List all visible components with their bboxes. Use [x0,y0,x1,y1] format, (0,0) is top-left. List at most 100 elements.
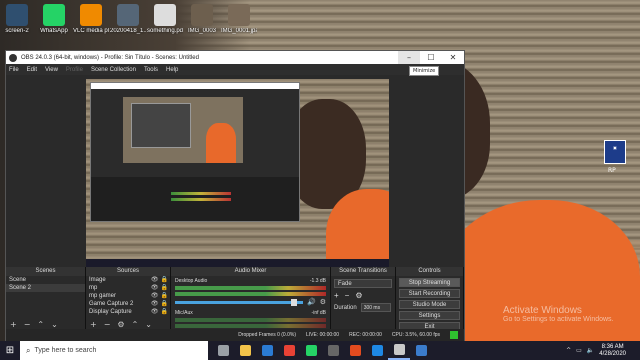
eye-icon[interactable]: 👁 [151,300,159,308]
studio-mode-button[interactable]: Studio Mode [399,300,460,309]
mixer-header: Audio Mixer [171,267,330,276]
move-down-icon[interactable]: ⌄ [145,320,152,329]
scene-item[interactable]: Scene [6,276,85,284]
desktop-icon[interactable]: something.pdf [147,0,183,50]
taskbar-app-edge[interactable] [366,341,388,360]
preview-nested-obs-window [90,82,300,222]
desktop-icon-label: something.pdf [147,28,183,34]
duration-label: Duration [334,304,357,311]
lock-icon[interactable]: 🔒 [161,276,168,284]
menu-scene-collection[interactable]: Scene Collection [91,67,136,73]
lock-icon[interactable]: 🔒 [161,300,168,308]
scenes-dock: Scenes Scene Scene 2 + − ⌃ ⌄ [6,267,86,329]
add-icon[interactable]: + [10,320,17,329]
source-item[interactable]: Display Capture 👁 🔒 [86,308,170,316]
duration-input[interactable]: 300 ms [360,303,391,312]
menu-tools[interactable]: Tools [144,67,158,73]
taskbar-app-store[interactable] [256,341,278,360]
taskbar: ⊞ ⌕ Type here to search ^ ▭ 🔈 8:36 AM 4/… [0,341,640,360]
menu-edit[interactable]: Edit [27,67,37,73]
remove-icon[interactable]: − [104,320,111,329]
start-recording-button[interactable]: Start Recording [399,289,460,298]
adobe-icon [349,345,361,356]
transition-select[interactable]: Fade [334,279,392,288]
menu-file[interactable]: File [9,67,19,73]
start-button[interactable]: ⊞ [0,341,20,360]
settings-button[interactable]: Settings [399,311,460,320]
lock-icon[interactable]: 🔒 [161,284,168,292]
scene-item[interactable]: Scene 2 [6,284,85,292]
close-button[interactable]: ✕ [442,51,464,64]
lock-icon[interactable]: 🔒 [161,308,168,316]
taskbar-app-file-explorer[interactable] [234,341,256,360]
source-item[interactable]: Game Capture 2 👁 🔒 [86,300,170,308]
volume-meter [175,324,326,328]
taskbar-app-camera[interactable] [322,341,344,360]
menu-help[interactable]: Help [166,67,178,73]
move-up-icon[interactable]: ⌃ [37,320,44,329]
eye-icon[interactable]: 👁 [151,276,159,284]
network-icon[interactable]: ▭ [576,347,582,354]
source-item[interactable]: Image 👁 🔒 [86,276,170,284]
source-item[interactable]: mp 👁 🔒 [86,284,170,292]
obs-window: OBS 24.0.3 (64-bit, windows) - Profile: … [5,50,465,341]
eye-icon[interactable]: 👁 [151,292,159,300]
sources-toolbar: + − ⚙ ⌃ ⌄ [86,319,170,329]
desktop-icon-image [154,4,176,26]
taskbar-search[interactable]: ⌕ Type here to search [20,341,208,360]
volume-slider[interactable] [175,298,303,306]
move-down-icon[interactable]: ⌄ [51,320,58,329]
add-icon[interactable]: + [334,291,339,300]
taskbar-app-screen[interactable] [410,341,432,360]
cpu-usage: CPU: 3.5%, 60.00 fps [391,332,440,338]
desktop-icon[interactable]: VLC media player [73,0,109,50]
screen-icon [415,345,427,356]
scenes-toolbar: + − ⌃ ⌄ [6,319,85,329]
obs-icon [393,344,405,355]
scene-transitions-dock: Scene Transitions Fade + − ⚙ Duration 30… [331,267,396,329]
desktop-icon[interactable]: WhatsApp [37,0,71,50]
taskbar-app-adobe[interactable] [344,341,366,360]
eye-icon[interactable]: 👁 [151,308,159,316]
desktop-icon[interactable]: 20200418_1... [110,0,146,50]
move-up-icon[interactable]: ⌃ [132,320,139,329]
task-view-icon [217,345,229,356]
obs-titlebar[interactable]: OBS 24.0.3 (64-bit, windows) - Profile: … [6,51,464,64]
remove-icon[interactable]: − [345,291,350,300]
desktop-icon[interactable]: IMG_0003 [185,0,219,50]
desktop-app-icon[interactable]: ▣ [604,140,626,164]
maximize-button[interactable]: ☐ [420,51,442,64]
menu-view[interactable]: View [45,67,58,73]
gear-icon[interactable]: ⚙ [320,298,326,306]
desktop-icon[interactable]: IMG_0001.jpa [221,0,257,50]
desktop-icon-image [228,4,250,26]
obs-logo-icon [9,53,17,62]
taskbar-app-whatsapp[interactable] [300,341,322,360]
volume-icon[interactable]: 🔈 [587,347,594,354]
nested-audio-meter-2 [171,198,231,201]
eye-icon[interactable]: 👁 [151,284,159,292]
taskbar-app-task-view[interactable] [212,341,234,360]
minimize-button[interactable]: – [398,51,420,64]
gear-icon[interactable]: ⚙ [355,291,362,300]
speaker-icon[interactable]: 🔊 [307,298,316,306]
menu-profile[interactable]: Profile [66,67,83,73]
remove-icon[interactable]: − [24,320,31,329]
channel-db: -inf dB [311,310,326,316]
live-time: LIVE: 00:00:00 [306,332,340,338]
stop-streaming-button[interactable]: Stop Streaming [399,278,460,287]
gear-icon[interactable]: ⚙ [117,320,124,329]
chevron-up-icon[interactable]: ^ [566,347,571,354]
lock-icon[interactable]: 🔒 [161,292,168,300]
desktop-icon-label: 20200418_1... [110,28,146,34]
taskbar-app-obs[interactable] [388,341,410,360]
clock[interactable]: 8:36 AM 4/28/2020 [599,344,626,358]
taskbar-app-chrome[interactable] [278,341,300,360]
source-item[interactable]: mp gamer 👁 🔒 [86,292,170,300]
preview-canvas[interactable] [86,79,389,269]
add-icon[interactable]: + [90,320,97,329]
desktop-icon[interactable]: screen-2 [0,0,34,50]
controls-header: Controls [396,267,463,276]
desktop-icons: screen-2 WhatsApp VLC media player20200418… [0,0,259,50]
slider-handle[interactable] [291,298,297,306]
